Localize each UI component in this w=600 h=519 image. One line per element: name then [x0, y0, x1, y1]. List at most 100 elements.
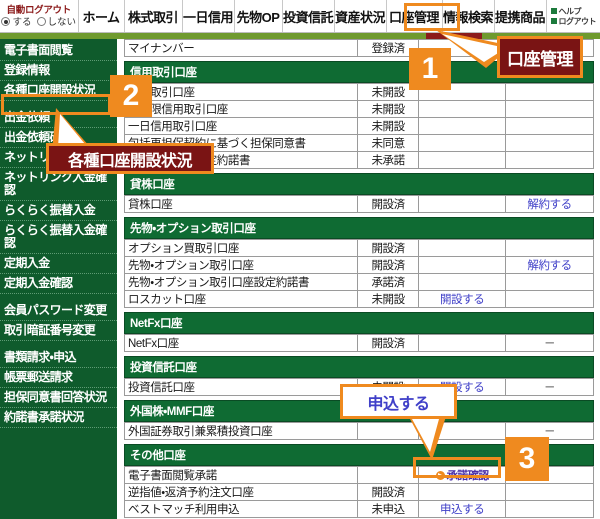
help-label: ヘルプ [558, 6, 582, 16]
account-section-3: 先物・オプション取引口座 オプション買取引口座 開設済 先物・オプション取引口座 開設済… [124, 217, 594, 308]
sidebar-item-8[interactable]: らくらく振替入金 [0, 201, 117, 221]
auto-logout-off-label: しない [47, 17, 77, 28]
account-action1-cell[interactable]: 申込する [418, 500, 507, 518]
account-action2-cell [505, 500, 594, 518]
section-header: 貸株口座 [124, 173, 594, 195]
callout-account-status: 各種口座開設状況 [46, 143, 214, 174]
sidebar-item-11[interactable]: 定期入金確認 [0, 274, 117, 294]
sidebar-item-16[interactable]: 書類請求・申込 [0, 348, 117, 368]
sidebar-item-10[interactable]: 定期入金 [0, 254, 117, 274]
sidebar-item-label: 電子書面閲覧 [4, 43, 73, 57]
action-link[interactable]: 申込する [440, 504, 485, 516]
account-name-cell: ベストマッチ利用申込 [124, 500, 358, 518]
auto-logout-radio-on[interactable]: する [1, 17, 32, 29]
sidebar-item-14[interactable]: 取引暗証番号変更 [0, 321, 117, 341]
auto-logout-radio-off[interactable]: しない [36, 17, 77, 29]
account-status-cell [356, 466, 420, 484]
cancel-link[interactable]: 解約する [527, 199, 572, 211]
sidebar-item-9[interactable]: らくらく振替入金確認 [0, 221, 117, 254]
callout-account-status-text: 各種口座開設状況 [67, 152, 193, 170]
sidebar-item-label: 定期入金確認 [4, 276, 73, 290]
help-icon [550, 8, 557, 14]
account-name-cell: 無期限信用取引口座 [124, 100, 358, 118]
account-name-cell: 一日信用取引口座 [124, 117, 358, 135]
auto-logout-options: する しない [1, 17, 76, 29]
table-row: NetFx口座 開設済 － [124, 334, 594, 352]
account-action1-cell [418, 334, 507, 352]
nav-tab-0[interactable]: ホーム [79, 0, 125, 32]
account-action1-cell [418, 239, 507, 257]
action-link[interactable]: 開設する [440, 294, 485, 306]
logout-icon [550, 18, 557, 24]
table-row: 一日信用取引口座 未開設 [124, 117, 594, 135]
account-name-cell: ロスカット口座 [124, 290, 358, 308]
not-available-dash: － [543, 338, 556, 350]
account-name-cell: 電子書面閲覧承諾 [124, 466, 358, 484]
account-action1-cell [418, 273, 507, 291]
nav-tab-1[interactable]: 株式取引 [125, 0, 183, 32]
help-row[interactable]: ヘルプ [550, 6, 582, 16]
account-name-cell: マイナンバー [124, 39, 358, 57]
sidebar-item-0[interactable]: 電子書面閲覧 [0, 41, 117, 61]
callout-apply-text: 申込する [367, 395, 430, 413]
sidebar-item-19[interactable]: 約諾書承諾状況 [0, 408, 117, 428]
auto-logout-title: 自動ログアウト [6, 5, 72, 16]
sidebar-item-18[interactable]: 担保同意書回答状況 [0, 388, 117, 408]
account-action2-cell [505, 117, 594, 135]
auto-logout-control[interactable]: 自動ログアウト する しない [0, 0, 79, 32]
nav-tab-label: ホーム [82, 9, 120, 25]
account-name-cell: 外国証券取引兼累積投資口座 [124, 422, 358, 440]
account-action1-cell [418, 117, 507, 135]
account-status-cell: 未承諾 [356, 151, 420, 169]
sidebar-item-label: 取引暗証番号変更 [4, 323, 96, 337]
callout-account-management-text: 口座管理 [507, 49, 574, 69]
account-name-cell: 先物・オプション取引口座設定約諾書 [124, 273, 358, 291]
sidebar-item-13[interactable]: 会員パスワード変更 [0, 301, 117, 321]
table-row: 逆指値・返済予約注文口座 開設済 [124, 483, 594, 501]
account-action2-cell[interactable]: 解約する [505, 256, 594, 274]
account-action1-cell[interactable]: 開設する [418, 290, 507, 308]
nav-tab-label: 先物OP [236, 9, 280, 25]
account-table: NetFx口座 開設済 － [124, 334, 594, 352]
account-action1-cell [418, 134, 507, 152]
logout-row[interactable]: ログアウト [550, 16, 597, 26]
sidebar-item-label: らくらく振替入金 [4, 203, 96, 217]
help-logout-block[interactable]: ヘルプ ログアウト [547, 0, 600, 32]
account-action2-cell: － [505, 334, 594, 352]
cancel-link[interactable]: 解約する [527, 260, 572, 272]
account-status-cell: 未同意 [356, 134, 420, 152]
account-action2-cell: － [505, 378, 594, 396]
account-status-cell: 承諾済 [356, 273, 420, 291]
nav-items-container: ホーム 株式取引 一日信用 先物OP 投資信託 資産状況 口座管理 情報検索 提携商品 ヘルプ ログ… [79, 0, 600, 32]
logout-label: ログアウト [558, 16, 597, 26]
account-status-cell: 開設済 [356, 483, 420, 501]
table-row: 先物・オプション取引口座設定約諾書 承諾済 [124, 273, 594, 291]
sidebar-item-17[interactable]: 帳票郵送請求 [0, 368, 117, 388]
nav-tab-2[interactable]: 一日信用 [183, 0, 235, 32]
table-row: ベストマッチ利用申込 未申込 申込する [124, 500, 594, 518]
account-action1-cell [418, 195, 507, 213]
auto-logout-on-label: する [12, 17, 32, 28]
account-status-cell: 開設済 [356, 195, 420, 213]
nav-tab-label: 一日信用 [183, 9, 234, 25]
account-name-cell: オプション買取引口座 [124, 239, 358, 257]
sidebar-item-label: らくらく振替入金確認 [4, 223, 107, 250]
radio-on-icon [1, 17, 11, 26]
section-header: 投資信託口座 [124, 356, 594, 378]
nav-tab-5[interactable]: 資産状況 [335, 0, 387, 32]
table-row: ロスカット口座 未開設 開設する [124, 290, 594, 308]
account-table: オプション買取引口座 開設済 先物・オプション取引口座 開設済 解約する 先物・オプション… [124, 239, 594, 308]
sidebar-item-label: 担保同意書回答状況 [4, 390, 107, 404]
sidebar-item-label: 書類請求・申込 [4, 350, 76, 364]
step-badge-3: 3 [505, 437, 549, 481]
section-header: NetFx口座 [124, 312, 594, 334]
nav-tab-4[interactable]: 投資信託 [283, 0, 335, 32]
nav-tab-3[interactable]: 先物OP [235, 0, 283, 32]
account-action1-cell [418, 483, 507, 501]
sidebar-item-1[interactable]: 登録情報 [0, 61, 117, 81]
account-action2-cell[interactable]: 解約する [505, 195, 594, 213]
account-action2-cell [505, 100, 594, 118]
nav-tab-label: 株式取引 [128, 9, 179, 25]
account-status-cell: 未開設 [356, 290, 420, 308]
